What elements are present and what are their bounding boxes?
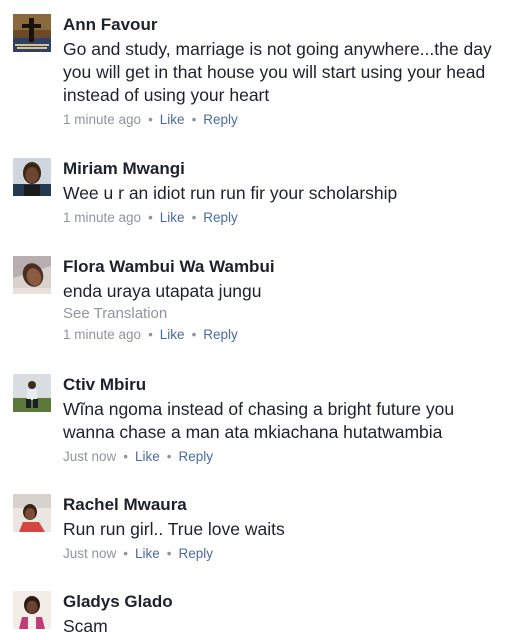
separator-dot: • [191, 210, 197, 225]
like-button[interactable]: Like [160, 210, 185, 225]
person-avatar-icon [13, 256, 51, 294]
comment-text: Run run girl.. True love waits [63, 519, 285, 539]
separator-dot: • [148, 327, 153, 342]
comment-text: enda uraya utapata jungu [63, 281, 262, 301]
avatar[interactable] [13, 256, 51, 294]
reply-button[interactable]: Reply [203, 327, 238, 342]
separator-dot: • [148, 210, 153, 225]
comment-text: Wĩna ngoma instead of chasing a bright f… [63, 399, 455, 442]
avatar[interactable] [13, 158, 51, 196]
comment-author[interactable]: Ctiv Mbiru [63, 374, 508, 396]
reply-button[interactable]: Reply [203, 112, 238, 127]
comment-timestamp[interactable]: 1 minute ago [63, 112, 141, 127]
reply-button[interactable]: Reply [179, 546, 214, 561]
comment-author[interactable]: Rachel Mwaura [63, 494, 508, 516]
person-avatar-icon [13, 158, 51, 196]
like-button[interactable]: Like [135, 546, 160, 561]
comment-text: Wee u r an idiot run run fir your schola… [63, 183, 398, 203]
comment-author[interactable]: Gladys Glado [63, 591, 508, 613]
comment-author[interactable]: Miriam Mwangi [63, 158, 508, 180]
comment-actions: 1 minute ago • Like • Reply [63, 209, 508, 227]
comment-actions: 1 minute ago • Like • Reply [63, 111, 508, 129]
comment-timestamp[interactable]: Just now [63, 449, 116, 464]
comment-actions: Just now • Like • Reply [63, 448, 508, 466]
avatar[interactable] [13, 14, 51, 52]
separator-dot: • [166, 449, 172, 464]
person-avatar-icon [13, 374, 51, 412]
comment-timestamp[interactable]: 1 minute ago [63, 210, 141, 225]
separator-dot: • [123, 449, 129, 464]
avatar[interactable] [13, 374, 51, 412]
person-avatar-icon [13, 494, 51, 532]
person-avatar-icon [13, 591, 51, 629]
comment-author[interactable]: Flora Wambui Wa Wambui [63, 256, 508, 278]
avatar[interactable] [13, 494, 51, 532]
like-button[interactable]: Like [160, 327, 185, 342]
comment-timestamp[interactable]: 1 minute ago [63, 327, 141, 342]
like-button[interactable]: Like [135, 449, 160, 464]
separator-dot: • [191, 327, 197, 342]
comment-actions: Just now • Like • Reply [63, 545, 508, 563]
like-button[interactable]: Like [160, 112, 185, 127]
comment-author[interactable]: Ann Favour [63, 14, 508, 36]
comment-actions: 1 minute ago • Like • Reply [63, 326, 508, 344]
separator-dot: • [191, 112, 197, 127]
separator-dot: • [123, 546, 129, 561]
reply-button[interactable]: Reply [179, 449, 214, 464]
separator-dot: • [148, 112, 153, 127]
separator-dot: • [166, 546, 172, 561]
comment-timestamp[interactable]: Just now [63, 546, 116, 561]
avatar[interactable] [13, 591, 51, 629]
see-translation-link[interactable]: See Translation [63, 304, 508, 324]
comment-text: Scam [63, 616, 108, 636]
reply-button[interactable]: Reply [203, 210, 238, 225]
comment-text: Go and study, marriage is not going anyw… [63, 39, 492, 105]
cross-avatar-icon [13, 14, 51, 52]
